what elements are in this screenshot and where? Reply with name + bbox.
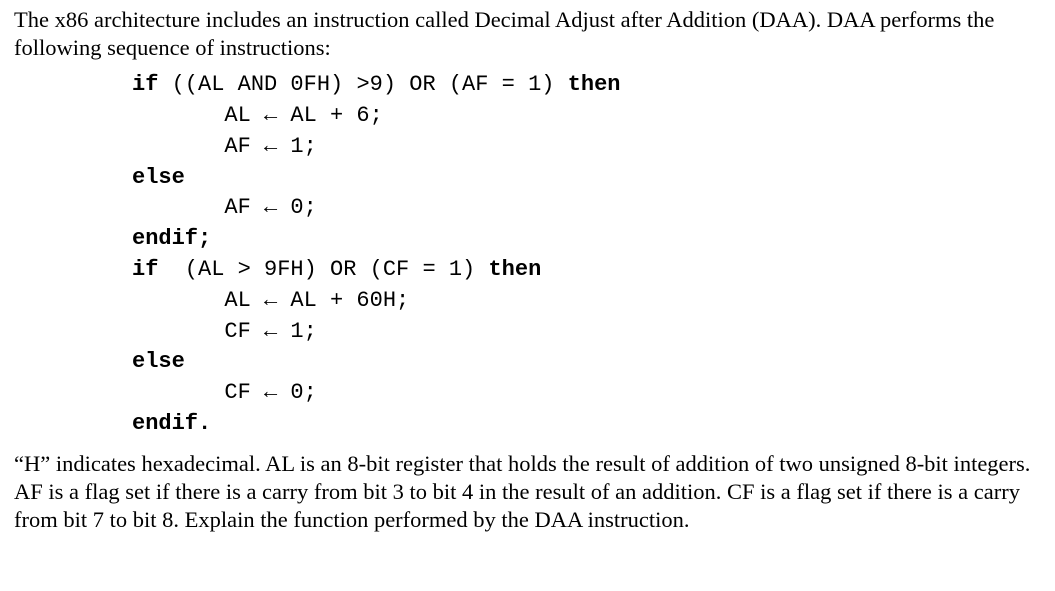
kw-if-2: if bbox=[132, 257, 158, 282]
outro-paragraph: “H” indicates hexadecimal. AL is an 8-bi… bbox=[14, 450, 1039, 534]
code-line-5: AF ← 0; bbox=[132, 195, 317, 220]
kw-then-2: then bbox=[488, 257, 541, 282]
code-line-1: ((AL AND 0FH) >9) OR (AF = 1) bbox=[158, 72, 567, 97]
code-line-9: CF ← 1; bbox=[132, 319, 317, 344]
code-line-11: CF ← 0; bbox=[132, 380, 317, 405]
kw-else-2: else bbox=[132, 349, 185, 374]
kw-if-1: if bbox=[132, 72, 158, 97]
kw-endif-1: endif; bbox=[132, 226, 211, 251]
code-line-2: AL ← AL + 6; bbox=[132, 103, 383, 128]
code-line-3: AF ← 1; bbox=[132, 134, 317, 159]
kw-then-1: then bbox=[568, 72, 621, 97]
code-line-8: AL ← AL + 60H; bbox=[132, 288, 409, 313]
kw-endif-2: endif. bbox=[132, 411, 211, 436]
kw-else-1: else bbox=[132, 165, 185, 190]
intro-paragraph: The x86 architecture includes an instruc… bbox=[14, 6, 1039, 62]
pseudocode-block: if ((AL AND 0FH) >9) OR (AF = 1) then AL… bbox=[132, 70, 1039, 440]
code-line-7: (AL > 9FH) OR (CF = 1) bbox=[158, 257, 488, 282]
page-content: The x86 architecture includes an instruc… bbox=[0, 0, 1055, 560]
